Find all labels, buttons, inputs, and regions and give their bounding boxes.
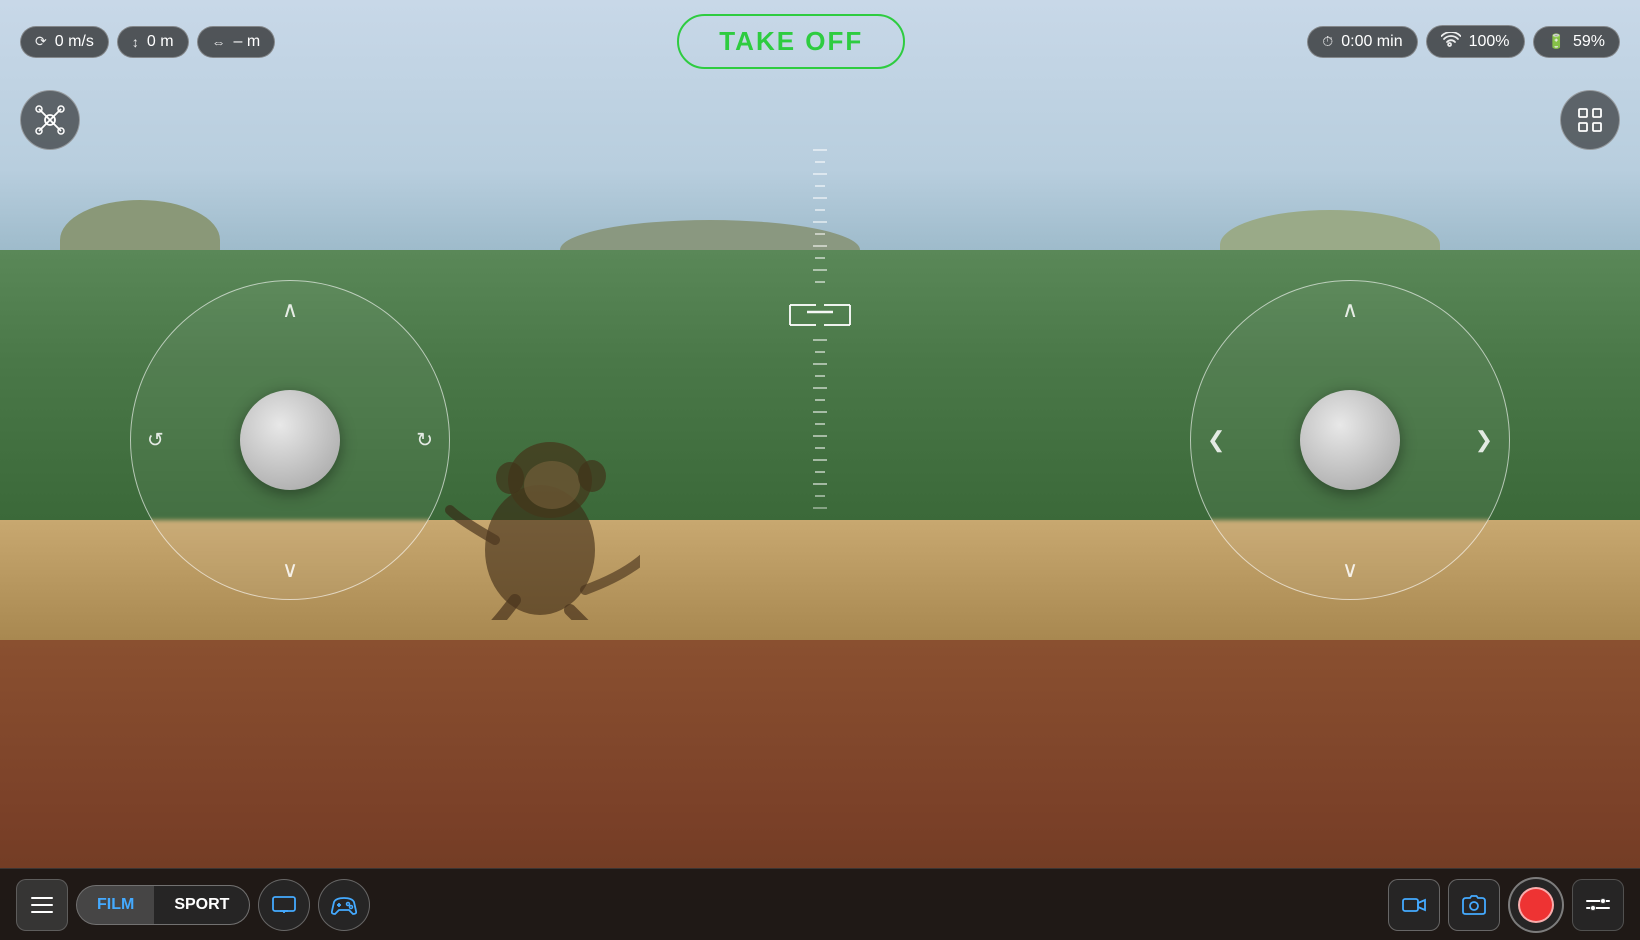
left-arrow-rotate-right: ↻ — [416, 428, 433, 453]
speed-stat: ⟳ 0 m/s — [20, 26, 109, 58]
grid-icon — [1576, 106, 1604, 134]
left-arrow-up: ∧ — [282, 297, 298, 323]
timer-icon: ⏱ — [1322, 33, 1333, 50]
top-left-stats: ⟳ 0 m/s ↕ 0 m ⇔ – m — [20, 26, 275, 58]
right-arrow-down: ∨ — [1342, 557, 1358, 583]
bottom-left: FILM SPORT — [16, 879, 370, 931]
bottom-right — [1388, 877, 1624, 933]
battery-value: 59% — [1573, 33, 1605, 51]
photo-button[interactable] — [1448, 879, 1500, 931]
right-joystick-knob[interactable] — [1300, 390, 1400, 490]
wifi-icon — [1441, 32, 1461, 51]
battery-stat: 🔋 59% — [1533, 26, 1620, 58]
right-joystick[interactable]: ∧ ∨ ❮ ❯ — [1190, 280, 1510, 600]
video-icon — [1402, 896, 1426, 914]
gamepad-button[interactable] — [318, 879, 370, 931]
bottom-bar: FILM SPORT — [0, 868, 1640, 940]
speed-icon: ⟳ — [35, 33, 47, 50]
altitude-value: 0 m — [147, 33, 174, 51]
settings-dot-2 — [1590, 905, 1596, 911]
left-arrow-down: ∨ — [282, 557, 298, 583]
capture-inner — [1518, 887, 1554, 923]
settings-dot-1 — [1600, 898, 1606, 904]
capture-button[interactable] — [1508, 877, 1564, 933]
left-joystick-knob[interactable] — [240, 390, 340, 490]
sport-mode-button[interactable]: SPORT — [154, 886, 249, 924]
settings-button[interactable] — [1572, 879, 1624, 931]
flight-time-stat: ⏱ 0:00 min — [1307, 26, 1417, 58]
ui-overlay: ⟳ 0 m/s ↕ 0 m ⇔ – m TAKE OFF ⏱ 0:00 min — [0, 0, 1640, 940]
battery-icon: 🔋 — [1548, 33, 1565, 50]
top-bar: ⟳ 0 m/s ↕ 0 m ⇔ – m TAKE OFF ⏱ 0:00 min — [0, 14, 1640, 69]
settings-line-2 — [1586, 907, 1610, 909]
signal-value: 100% — [1469, 33, 1510, 51]
distance-value: – m — [234, 33, 261, 51]
altitude-stat: ↕ 0 m — [117, 26, 189, 58]
right-arrow-right: ❯ — [1475, 427, 1493, 453]
menu-button[interactable] — [16, 879, 68, 931]
hamburger-line-1 — [31, 897, 53, 899]
hamburger-line-3 — [31, 911, 53, 913]
grid-button[interactable] — [1560, 90, 1620, 150]
distance-stat: ⇔ – m — [197, 26, 276, 58]
left-arrow-rotate-left: ↺ — [147, 428, 164, 453]
screen-button[interactable] — [258, 879, 310, 931]
film-mode-button[interactable]: FILM — [77, 886, 154, 924]
distance-icon: ⇔ — [212, 34, 226, 50]
drone-icon — [35, 105, 65, 135]
altitude-icon: ↕ — [132, 34, 139, 50]
speed-value: 0 m/s — [55, 33, 94, 51]
mode-selector: FILM SPORT — [76, 885, 250, 925]
top-right-stats: ⏱ 0:00 min 100% 🔋 59% — [1307, 25, 1620, 58]
gamepad-icon — [331, 895, 357, 915]
right-arrow-up: ∧ — [1342, 297, 1358, 323]
altitude-ruler — [780, 140, 860, 640]
photo-icon — [1462, 895, 1486, 915]
video-button[interactable] — [1388, 879, 1440, 931]
drone-mode-button[interactable] — [20, 90, 80, 150]
flight-time-value: 0:00 min — [1341, 33, 1402, 51]
takeoff-button[interactable]: TAKE OFF — [677, 14, 905, 69]
signal-stat: 100% — [1426, 25, 1525, 58]
settings-line-1 — [1586, 900, 1610, 902]
center-reticle — [780, 140, 860, 640]
hamburger-line-2 — [31, 904, 53, 906]
screen-icon — [272, 896, 296, 914]
right-arrow-left: ❮ — [1207, 427, 1225, 453]
left-joystick[interactable]: ∧ ∨ ↺ ↻ — [130, 280, 450, 600]
